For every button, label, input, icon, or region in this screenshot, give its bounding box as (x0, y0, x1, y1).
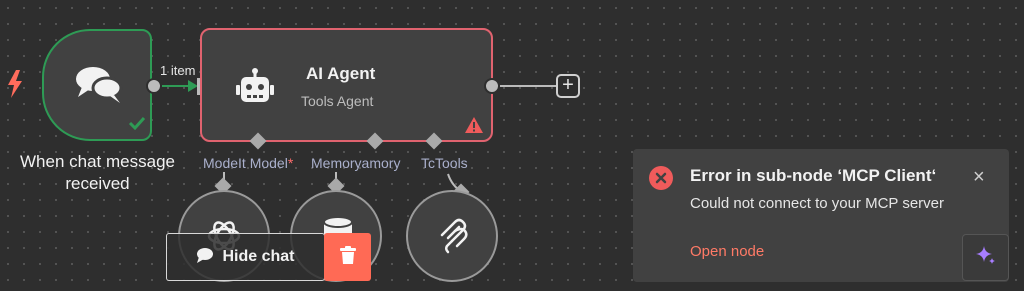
trigger-title-line1: When chat message (20, 152, 175, 171)
trigger-node-title: When chat message received (0, 151, 195, 195)
chat-trigger-node[interactable] (42, 29, 152, 141)
model-input-label: ModeIt Model* (203, 155, 293, 171)
trigger-output-handle[interactable] (146, 78, 162, 94)
agent-node-title: AI Agent (306, 64, 376, 83)
chat-bubble-icon (196, 247, 214, 268)
hide-chat-label: Hide chat (222, 248, 295, 265)
ai-assistant-button[interactable] (962, 234, 1009, 281)
trash-icon (339, 245, 356, 269)
tools-input-label: TcTools (421, 155, 468, 171)
mcp-client-node[interactable] (406, 190, 498, 282)
trigger-title-line2: received (65, 174, 130, 193)
hide-chat-button[interactable]: Hide chat (166, 233, 325, 281)
warning-triangle-icon[interactable] (464, 116, 484, 139)
agent-node-subtitle: Tools Agent (301, 93, 374, 109)
check-icon (128, 115, 146, 136)
ai-agent-node[interactable]: AI Agent Tools Agent (200, 28, 493, 142)
toast-message: Could not connect to your MCP server (690, 195, 945, 212)
model-label-text: ModeIt Model (203, 155, 288, 171)
sparkle-icon (975, 244, 997, 271)
open-node-link[interactable]: Open node (690, 243, 764, 260)
add-node-button[interactable]: + (556, 74, 580, 98)
lightning-icon (6, 70, 24, 103)
chat-bubbles-icon (74, 65, 124, 110)
robot-icon (236, 68, 274, 109)
connection-item-count: 1 item (160, 63, 196, 78)
memory-input-label: Memoryamory (311, 155, 401, 171)
error-x-icon (649, 166, 673, 190)
required-marker: * (287, 155, 294, 171)
agent-output-handle[interactable] (484, 78, 500, 94)
delete-button[interactable] (324, 233, 371, 281)
error-toast: Error in sub-node ‘MCP Client‘ Could not… (633, 149, 1009, 282)
mcp-icon (438, 218, 470, 259)
close-icon[interactable]: × (973, 167, 985, 187)
toast-title: Error in sub-node ‘MCP Client‘ (690, 166, 937, 185)
